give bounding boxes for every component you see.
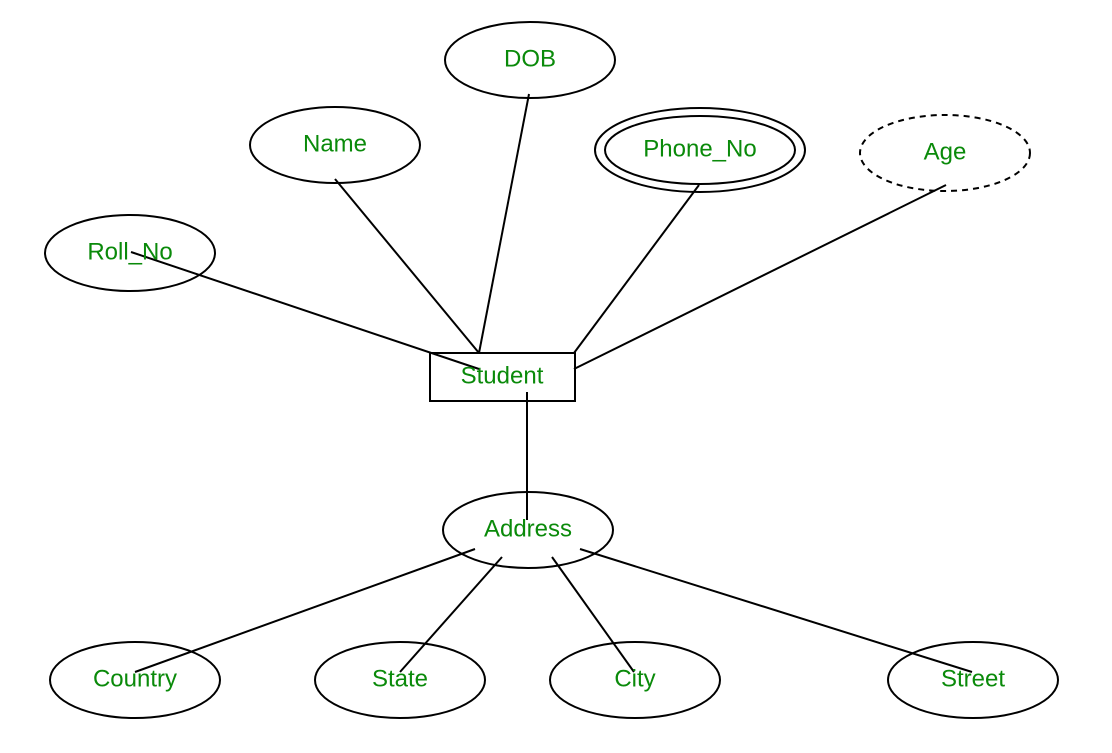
attribute-city-label: City — [614, 665, 655, 692]
edge-address-country — [135, 549, 475, 672]
attribute-street: Street — [888, 642, 1058, 718]
attribute-street-label: Street — [941, 665, 1005, 692]
edge-student-phoneno — [574, 185, 699, 353]
attribute-rollno-label: Roll_No — [87, 238, 172, 265]
er-diagram: Student Roll_No Name DOB Phone_No Age Ad… — [0, 0, 1112, 753]
attribute-phoneno-label: Phone_No — [643, 135, 756, 162]
attribute-phoneno: Phone_No — [595, 108, 805, 192]
attribute-state: State — [315, 642, 485, 718]
attribute-rollno: Roll_No — [45, 215, 215, 291]
edge-address-city — [552, 557, 634, 672]
attribute-age-label: Age — [924, 138, 967, 165]
attribute-dob-label: DOB — [504, 45, 556, 72]
edge-address-state — [400, 557, 502, 672]
attribute-age: Age — [860, 115, 1030, 191]
attribute-address-label: Address — [484, 515, 572, 542]
attribute-city: City — [550, 642, 720, 718]
attribute-name: Name — [250, 107, 420, 183]
edge-student-rollno — [131, 252, 479, 369]
attribute-country-label: Country — [93, 665, 177, 692]
attribute-state-label: State — [372, 665, 428, 692]
attribute-dob: DOB — [445, 22, 615, 98]
attribute-country: Country — [50, 642, 220, 718]
attribute-name-label: Name — [303, 130, 367, 157]
entity-student-label: Student — [461, 362, 544, 389]
edge-student-dob — [479, 94, 529, 353]
